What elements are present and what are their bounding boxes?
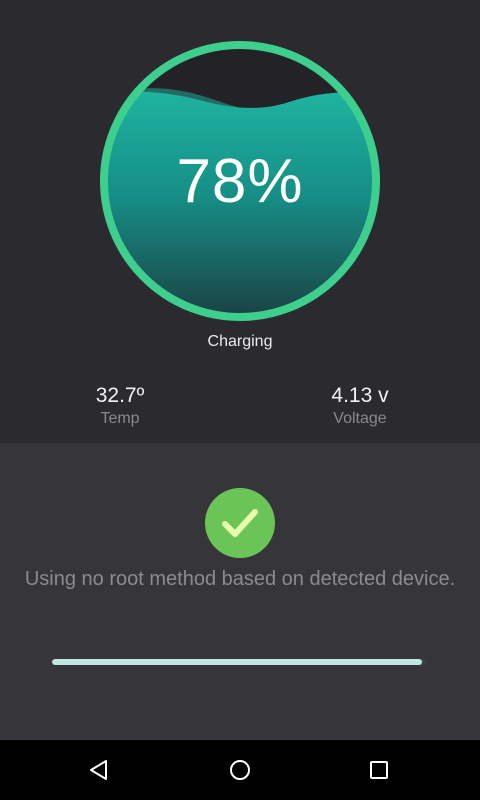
method-message: Using no root method based on detected d… bbox=[24, 568, 456, 590]
voltage-stat: 4.13 v Voltage bbox=[280, 383, 440, 429]
voltage-value: 4.13 v bbox=[331, 384, 389, 407]
check-icon bbox=[205, 488, 275, 558]
temp-value: 32.7º bbox=[95, 384, 145, 407]
voltage-label: Voltage bbox=[333, 410, 387, 427]
back-button[interactable] bbox=[69, 740, 129, 800]
charging-status: Charging bbox=[207, 333, 273, 350]
battery-percent: 78% bbox=[176, 147, 304, 216]
method-progress-fill bbox=[52, 659, 423, 665]
recents-button[interactable] bbox=[349, 740, 409, 800]
back-icon bbox=[90, 760, 107, 780]
method-progress-bar bbox=[52, 659, 426, 665]
home-icon bbox=[230, 760, 250, 780]
home-button[interactable] bbox=[210, 740, 270, 800]
temp-stat: 32.7º Temp bbox=[40, 383, 200, 429]
navigation-bar bbox=[0, 740, 480, 800]
temp-label: Temp bbox=[100, 410, 140, 427]
battery-screen: 78% Charging 32.7º Temp 4.13 v Voltage U… bbox=[0, 0, 480, 800]
battery-panel: 78% Charging 32.7º Temp 4.13 v Voltage bbox=[0, 0, 480, 443]
battery-gauge: 78% bbox=[99, 40, 381, 322]
recents-icon bbox=[370, 761, 388, 779]
